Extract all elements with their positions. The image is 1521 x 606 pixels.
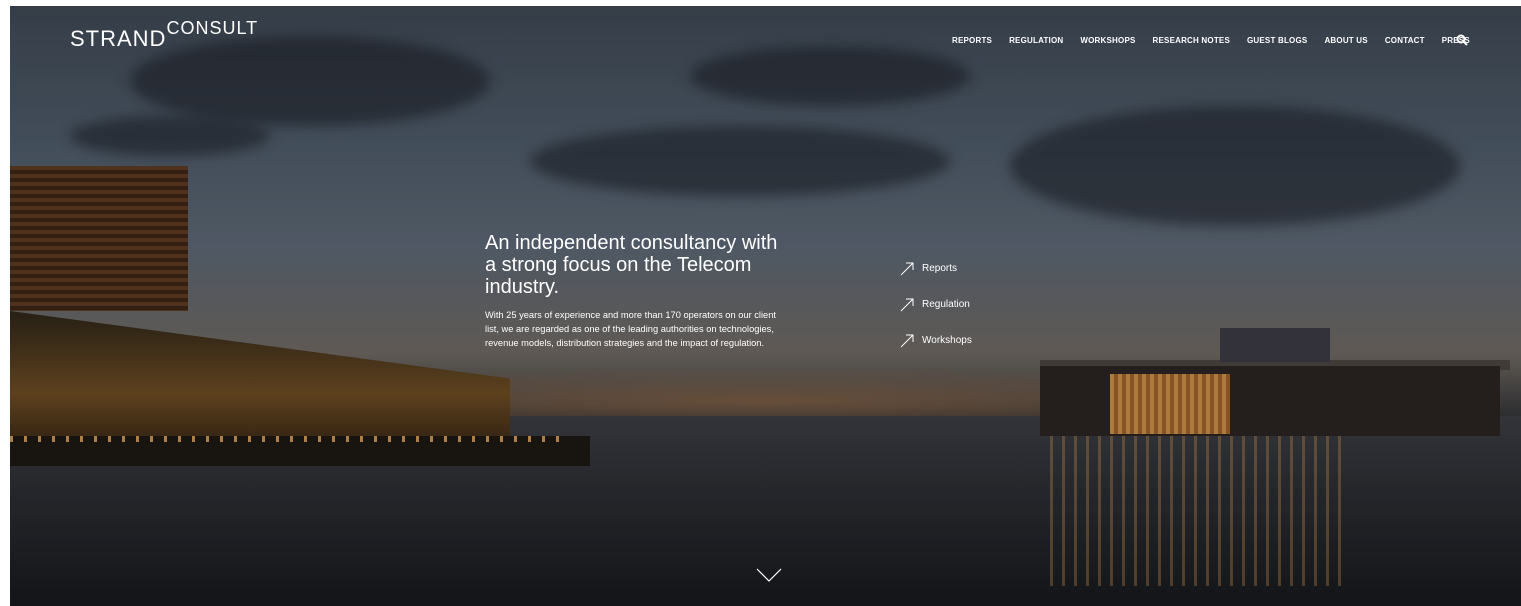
top-navigation: REPORTS REGULATION WORKSHOPS RESEARCH NO… [952, 36, 1487, 45]
quick-links: Reports Regulation Workshops [900, 261, 972, 369]
hero-background: STRANDCONSULT REPORTS REGULATION WORKSHO… [10, 6, 1521, 606]
quick-link-label: Workshops [922, 335, 972, 346]
quick-link-label: Regulation [922, 299, 970, 310]
arrow-up-right-icon [900, 334, 914, 347]
nav-guest-blogs[interactable]: GUEST BLOGS [1247, 36, 1307, 45]
arrow-up-right-icon [900, 298, 914, 311]
logo-strand: STRAND [70, 26, 167, 51]
hero-headline: An independent consultancy with a strong… [485, 232, 778, 298]
quick-link-regulation[interactable]: Regulation [900, 297, 972, 312]
logo-consult: CONSULT [166, 18, 259, 38]
logo[interactable]: STRANDCONSULT [70, 18, 258, 52]
arrow-up-right-icon [900, 262, 914, 275]
quick-link-label: Reports [922, 263, 958, 274]
nav-workshops[interactable]: WORKSHOPS [1080, 36, 1135, 45]
nav-about-us[interactable]: ABOUT US [1324, 36, 1367, 45]
nav-regulation[interactable]: REGULATION [1009, 36, 1063, 45]
nav-research-notes[interactable]: RESEARCH NOTES [1153, 36, 1230, 45]
nav-reports[interactable]: REPORTS [952, 36, 992, 45]
quick-link-workshops[interactable]: Workshops [900, 333, 972, 348]
hero-body: With 25 years of experience and more tha… [485, 310, 776, 348]
search-icon[interactable] [1456, 34, 1468, 46]
chevron-down-icon[interactable] [756, 568, 782, 582]
hero-text: An independent consultancy with a strong… [485, 232, 785, 350]
quick-link-reports[interactable]: Reports [900, 261, 972, 276]
nav-contact[interactable]: CONTACT [1385, 36, 1425, 45]
